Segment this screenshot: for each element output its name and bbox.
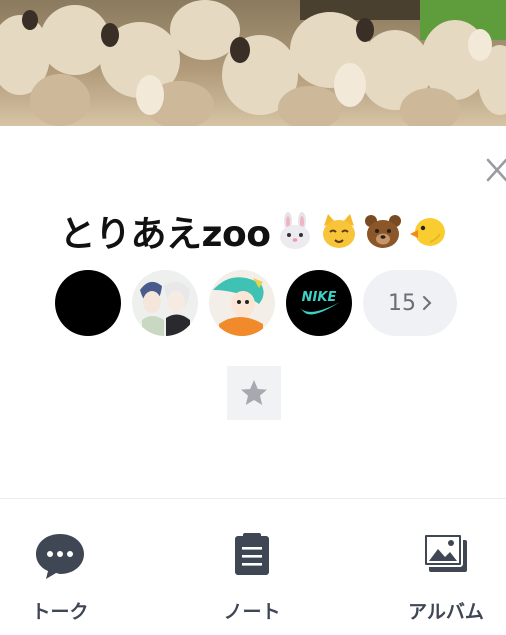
member-count: 15 — [388, 290, 416, 316]
member-avatar[interactable] — [55, 270, 121, 336]
group-name: とりあえzoo — [59, 214, 271, 255]
rabbit-face-icon — [280, 212, 311, 249]
note-icon — [235, 533, 269, 575]
favorite-button[interactable] — [227, 366, 281, 420]
talk-button[interactable]: トーク — [0, 532, 120, 627]
chat-bubble-icon — [36, 534, 84, 579]
member-avatar[interactable]: NIKE — [286, 270, 352, 336]
bear-face-icon — [365, 215, 402, 248]
member-list: NIKE 15 — [55, 270, 457, 336]
baby-chick-icon — [410, 218, 446, 246]
group-name-emojis — [276, 212, 446, 250]
talk-label: トーク — [31, 601, 89, 623]
note-label: ノート — [223, 601, 281, 623]
group-cover-photo[interactable] — [0, 0, 506, 126]
member-avatar[interactable] — [209, 270, 275, 336]
album-label: アルバム — [408, 601, 484, 623]
action-bar: トーク ノート アルバム — [0, 500, 506, 635]
nike-logo-icon: NIKE — [302, 290, 337, 305]
cat-face-icon — [323, 214, 356, 248]
album-icon — [423, 533, 467, 572]
album-button[interactable]: アルバム — [386, 532, 506, 627]
note-button[interactable]: ノート — [192, 532, 312, 627]
star-icon — [241, 380, 267, 405]
divider — [0, 498, 506, 499]
close-icon — [486, 158, 506, 182]
chevron-right-icon — [423, 296, 432, 310]
group-name-row: とりあえzoo — [0, 206, 506, 256]
close-button[interactable] — [482, 152, 506, 192]
member-count-button[interactable]: 15 — [363, 270, 457, 336]
member-avatar[interactable] — [132, 270, 198, 336]
